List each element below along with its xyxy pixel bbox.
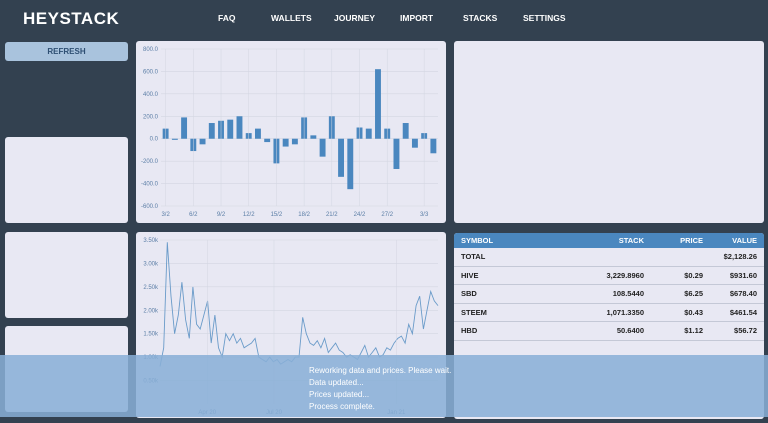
bar [171,138,178,140]
bar [282,138,289,147]
nav-stacks[interactable]: STACKS [463,13,497,23]
x-tick-label: 9/2 [217,212,226,218]
stack-cell: 3,229.8960 [606,270,644,280]
status-line: Process complete. [309,402,375,411]
refresh-button[interactable]: REFRESH [5,42,128,61]
bar [291,138,298,145]
nav-import[interactable]: IMPORT [400,13,433,23]
y-tick-label: 800.0 [143,47,159,53]
price-cell: $0.43 [684,307,703,317]
y-tick-label: 0.0 [150,137,159,143]
status-line: Data updated... [309,378,364,387]
x-tick-label: 12/2 [243,212,255,218]
top-nav: FAQ WALLETS JOURNEY IMPORT STACKS SETTIN… [0,13,768,27]
value-cell: $931.60 [729,270,757,280]
symbol-cell: SBD [461,289,477,298]
header-symbol: SYMBOL [461,236,494,245]
bar [264,138,271,143]
y-tick-label: 2.50k [143,285,159,291]
price-cell: $0.29 [684,270,703,280]
bar [365,128,372,139]
value-cell: $461.54 [729,307,757,317]
nav-settings[interactable]: SETTINGS [523,13,566,23]
bar [254,128,261,139]
table-row: HBD 50.6400 $1.12 $56.72 [454,322,764,341]
daily-change-chart: 800.0 600.0 400.0 200.0 0.0 -200.0 -400.0 -600.… [141,47,438,218]
header-stack: STACK [618,236,644,245]
bar [208,123,215,139]
sidebar-panel-2 [5,232,128,318]
daily-change-chart-panel: 800.0 600.0 400.0 200.0 0.0 -200.0 -400.0 -600.… [136,41,446,223]
bar [319,138,326,157]
total-value: $2,128.26 [723,252,757,261]
symbol-cell: HBD [461,326,478,335]
sidebar-panel-1 [5,137,128,223]
x-tick-label: 3/2 [161,212,170,218]
value-cell: $56.72 [734,326,757,335]
status-line: Prices updated... [309,390,370,399]
x-tick-label: 18/2 [298,212,310,218]
bar [310,135,317,139]
symbol-cell: STEEM [461,307,487,317]
y-tick-label: -400.0 [141,182,159,188]
bar [338,138,345,177]
header-value: VALUE [732,236,757,245]
bar [236,116,243,139]
bar [199,138,206,145]
bar [393,138,400,169]
bar [411,138,418,148]
y-tick-label: 400.0 [143,92,159,98]
table-row-total: TOTAL $2,128.26 [454,248,764,267]
price-cell: $1.12 [684,326,703,335]
empty-panel-top-right [454,41,764,223]
bar [181,117,188,139]
bar [430,138,437,154]
bar [347,138,354,190]
nav-journey[interactable]: JOURNEY [334,13,375,23]
x-tick-label: 6/2 [189,212,198,218]
table-header: SYMBOL STACK PRICE VALUE [454,233,764,248]
y-tick-label: 2.00k [143,308,159,314]
stack-cell: 108.5440 [612,289,644,298]
table-row: HIVE 3,229.8960 $0.29 $931.60 [454,267,764,285]
y-tick-label: -600.0 [141,204,159,210]
x-tick-label: 27/2 [381,212,393,218]
stack-cell: 1,071.3350 [606,307,644,317]
y-tick-label: 600.0 [143,69,159,75]
x-tick-label: 24/2 [354,212,366,218]
bar [227,119,234,139]
table-row: STEEM 1,071.3350 $0.43 $461.54 [454,304,764,322]
nav-faq[interactable]: FAQ [218,13,235,23]
total-label: TOTAL [461,252,486,261]
status-line: Reworking data and prices. Please wait. [309,366,452,375]
symbol-cell: HIVE [461,270,479,280]
table-row: SBD 108.5440 $6.25 $678.40 [454,285,764,304]
bar [402,123,409,139]
header-price: PRICE [680,236,703,245]
bar [375,69,381,139]
x-tick-label: 21/2 [326,212,338,218]
x-tick-label: 3/3 [420,212,429,218]
y-tick-label: 3.50k [143,238,159,244]
price-cell: $6.25 [684,289,703,298]
y-tick-label: 200.0 [143,114,159,120]
y-tick-label: 3.00k [143,261,159,267]
nav-wallets[interactable]: WALLETS [271,13,312,23]
y-tick-label: 1.50k [143,332,159,338]
x-tick-label: 15/2 [271,212,283,218]
y-tick-label: -200.0 [141,159,159,165]
stack-cell: 50.6400 [616,326,644,335]
value-cell: $678.40 [729,289,757,298]
status-overlay: Reworking data and prices. Please wait. … [0,355,768,417]
